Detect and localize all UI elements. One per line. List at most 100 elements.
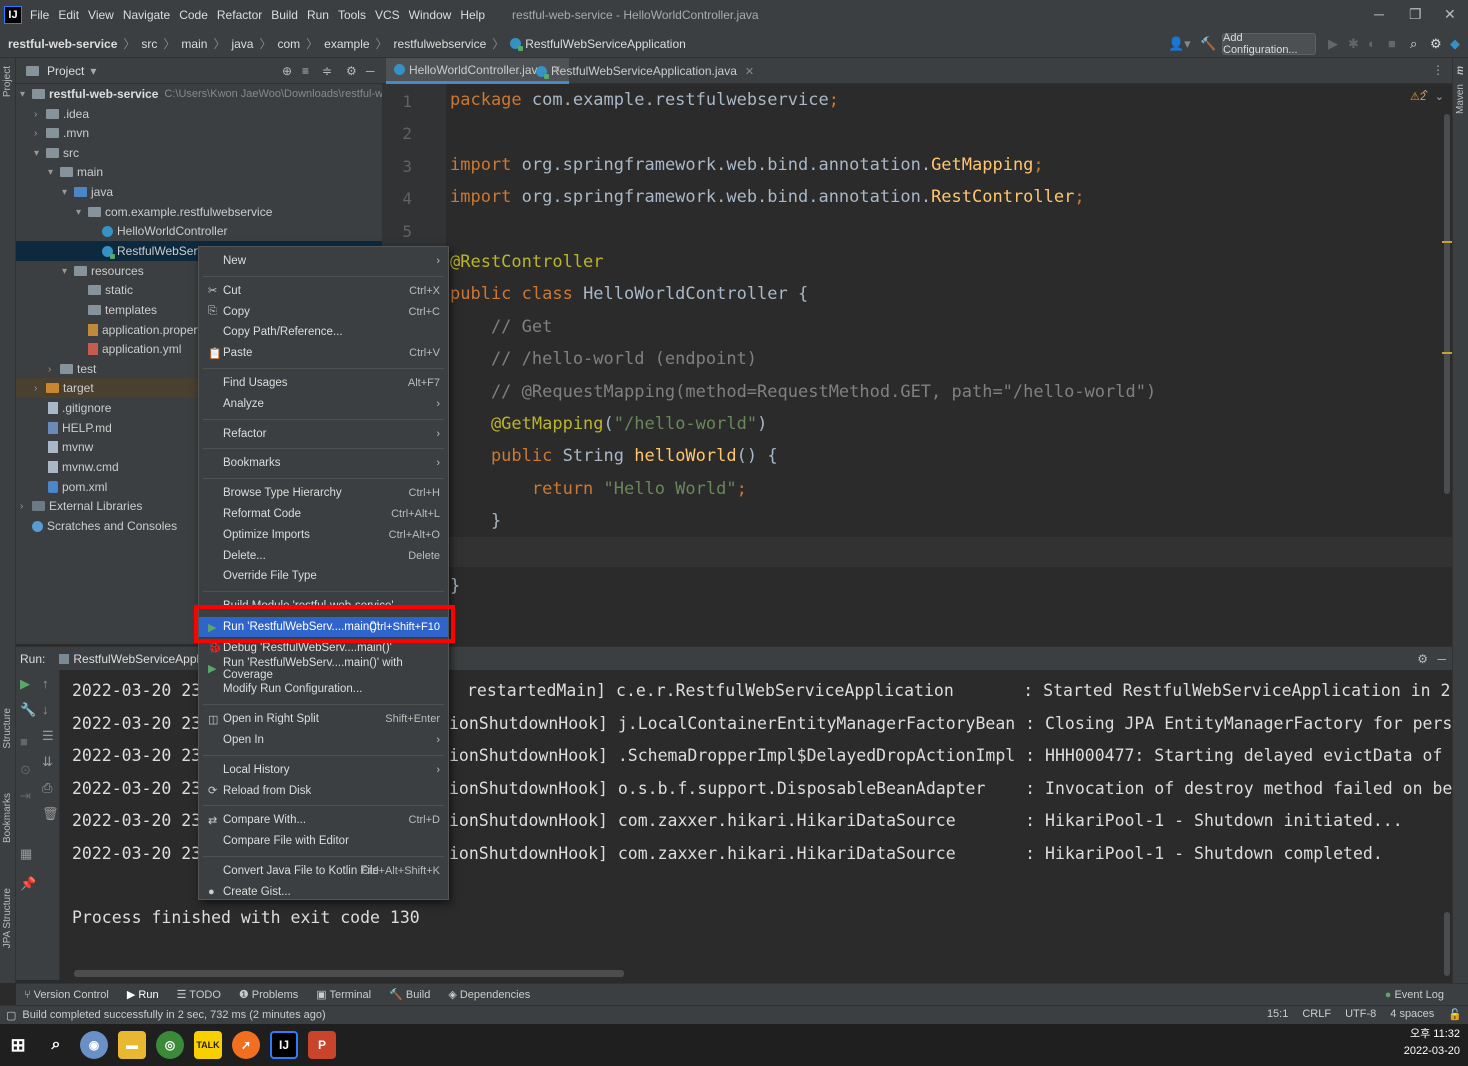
menu-item-copy-path-reference[interactable]: Copy Path/Reference... bbox=[199, 322, 448, 342]
debug-icon[interactable]: ✱ bbox=[1348, 36, 1359, 52]
run-icon[interactable]: ▶ bbox=[1328, 36, 1338, 52]
settings-icon[interactable]: ⚙ bbox=[346, 64, 357, 78]
menu-tools[interactable]: Tools bbox=[338, 8, 366, 22]
restore-icon[interactable]: ❐ bbox=[1409, 6, 1422, 23]
tab-todo[interactable]: ☰ TODO bbox=[177, 988, 221, 1001]
locate-icon[interactable]: ⊕ bbox=[282, 64, 292, 78]
menu-help[interactable]: Help bbox=[460, 8, 485, 22]
search-icon[interactable]: ⌕ bbox=[42, 1031, 70, 1059]
tree-item[interactable]: .gitignore bbox=[48, 398, 111, 418]
tab-version-control[interactable]: ⑂ Version Control bbox=[24, 989, 109, 1001]
bookmarks-tool-label[interactable]: Bookmarks bbox=[2, 793, 13, 843]
menu-item-optimize-imports[interactable]: Optimize Imports Ctrl+Alt+O bbox=[199, 525, 448, 545]
tree-item[interactable]: ▾ com.example.restfulwebservice bbox=[76, 202, 272, 222]
tree-item[interactable]: pom.xml bbox=[48, 477, 107, 497]
code-editor[interactable]: package com.example.restfulwebservice; im… bbox=[446, 84, 1452, 644]
menu-item-open-in[interactable]: Open In › bbox=[199, 730, 448, 750]
menu-item-analyze[interactable]: Analyze › bbox=[199, 394, 448, 414]
breadcrumb-item[interactable]: main bbox=[181, 37, 207, 51]
breadcrumb-item[interactable]: example bbox=[324, 37, 369, 51]
add-configuration-button[interactable]: Add Configuration... bbox=[1222, 32, 1316, 56]
more-tabs-icon[interactable]: ⋮ bbox=[1432, 63, 1444, 77]
search-icon[interactable]: ⌕ bbox=[1410, 36, 1417, 52]
tab-run[interactable]: ▶ Run bbox=[127, 988, 159, 1001]
menu-item-modify-run-configuration[interactable]: Modify Run Configuration... bbox=[199, 679, 448, 699]
gear-icon[interactable]: ⚙ bbox=[1430, 36, 1442, 52]
tree-item[interactable]: application.properties bbox=[88, 320, 216, 340]
menu-item-reload-from-disk[interactable]: ⟳ Reload from Disk bbox=[199, 781, 448, 801]
maven-icon[interactable]: m bbox=[1455, 66, 1466, 75]
chevron-down-icon[interactable]: ⌄ bbox=[1435, 90, 1444, 103]
print-icon[interactable]: ⎙ bbox=[42, 780, 52, 796]
menu-item-convert-java-file-to-kotlin-file[interactable]: Convert Java File to Kotlin File Ctrl+Alt… bbox=[199, 861, 448, 881]
breadcrumb-item[interactable]: restfulwebservice bbox=[394, 37, 487, 51]
tree-item[interactable]: Scratches and Consoles bbox=[32, 516, 177, 536]
menu-item-delete[interactable]: Delete... Delete bbox=[199, 546, 448, 566]
intellij-icon[interactable]: IJ bbox=[270, 1031, 298, 1059]
hide-icon[interactable]: ─ bbox=[1437, 652, 1446, 666]
menu-view[interactable]: View bbox=[88, 8, 114, 22]
menu-vcs[interactable]: VCS bbox=[375, 8, 400, 22]
collapse-all-icon[interactable]: ≑ bbox=[322, 64, 332, 78]
down-arrow-icon[interactable]: ↓ bbox=[42, 702, 49, 717]
file-encoding[interactable]: UTF-8 bbox=[1345, 1008, 1376, 1021]
coverage-icon[interactable]: ◐ bbox=[1368, 36, 1376, 51]
console-horizontal-scrollbar[interactable] bbox=[74, 970, 624, 977]
menu-item-find-usages[interactable]: Find Usages Alt+F7 bbox=[199, 373, 448, 393]
chevron-down-icon[interactable]: ▾ bbox=[90, 64, 96, 78]
camera-icon[interactable]: ⊙ bbox=[20, 762, 31, 778]
tree-item[interactable]: templates bbox=[88, 300, 157, 320]
tree-item[interactable]: HELP.md bbox=[48, 418, 112, 438]
file-explorer-icon[interactable]: ▬ bbox=[118, 1031, 146, 1059]
tab-terminal[interactable]: ▣ Terminal bbox=[316, 988, 371, 1001]
project-tool-label[interactable]: Project bbox=[2, 66, 13, 97]
pin-icon[interactable]: 📌 bbox=[20, 876, 36, 892]
breadcrumb-item[interactable]: src bbox=[141, 37, 157, 51]
close-tab-icon[interactable]: ✕ bbox=[745, 65, 754, 78]
tab-dependencies[interactable]: ◈ Dependencies bbox=[448, 988, 530, 1001]
editor-scrollbar[interactable] bbox=[1444, 114, 1450, 494]
tree-item[interactable]: ▾ resources bbox=[62, 261, 144, 281]
settings-icon[interactable]: ⚙ bbox=[1417, 652, 1428, 666]
menu-item-refactor[interactable]: Refactor › bbox=[199, 424, 448, 444]
minimize-icon[interactable]: ─ bbox=[1374, 6, 1384, 22]
exit-icon[interactable]: ⇥ bbox=[20, 788, 31, 804]
maven-tool-label[interactable]: Maven bbox=[1455, 84, 1466, 114]
tree-item[interactable]: › test bbox=[48, 359, 96, 379]
menu-run[interactable]: Run bbox=[307, 8, 329, 22]
breadcrumb-item[interactable]: restful-web-service bbox=[8, 37, 117, 51]
tab-restfulwebserviceapplication[interactable]: RestfulWebServiceApplication.java ✕ bbox=[528, 58, 762, 84]
menu-item-open-in-right-split[interactable]: ◫ Open in Right Split Shift+Enter bbox=[199, 709, 448, 729]
tree-item[interactable]: application.yml bbox=[88, 339, 181, 359]
event-log[interactable]: ● Event Log bbox=[1385, 989, 1444, 1001]
menu-item-copy[interactable]: ⎘ Copy Ctrl+C bbox=[199, 302, 448, 322]
menu-item-create-gist[interactable]: ● Create Gist... bbox=[199, 882, 448, 902]
menu-item-bookmarks[interactable]: Bookmarks › bbox=[199, 453, 448, 473]
layout-icon[interactable]: ▦ bbox=[20, 846, 32, 862]
menu-item-reformat-code[interactable]: Reformat Code Ctrl+Alt+L bbox=[199, 504, 448, 524]
indent-setting[interactable]: 4 spaces bbox=[1390, 1008, 1434, 1021]
tree-item[interactable]: ▾ src bbox=[34, 143, 79, 163]
powerpoint-icon[interactable]: P bbox=[308, 1031, 336, 1059]
lock-icon[interactable]: 🔓 bbox=[1448, 1008, 1462, 1021]
tree-item[interactable]: ▾ java bbox=[62, 182, 113, 202]
menu-item-compare-with[interactable]: ⇄ Compare With... Ctrl+D bbox=[199, 810, 448, 830]
postman-icon[interactable]: ➚ bbox=[232, 1031, 260, 1059]
windows-start-icon[interactable]: ⊞ bbox=[4, 1031, 32, 1059]
tree-item[interactable]: › .mvn bbox=[34, 123, 89, 143]
stop-icon[interactable]: ■ bbox=[20, 734, 28, 749]
expand-all-icon[interactable]: ≡ bbox=[302, 64, 309, 78]
stop-icon[interactable]: ■ bbox=[1388, 36, 1396, 51]
wrench-icon[interactable]: 🔧 bbox=[20, 702, 36, 718]
line-separator[interactable]: CRLF bbox=[1302, 1008, 1331, 1021]
menu-code[interactable]: Code bbox=[179, 8, 208, 22]
close-icon[interactable]: ✕ bbox=[1444, 6, 1456, 23]
tree-item[interactable]: › External Libraries bbox=[20, 496, 142, 516]
chevron-up-icon[interactable]: ⌃ bbox=[1421, 88, 1430, 101]
system-clock[interactable]: 오후 11:32 2022-03-20 bbox=[1404, 1026, 1460, 1060]
menu-item-browse-type-hierarchy[interactable]: Browse Type Hierarchy Ctrl+H bbox=[199, 483, 448, 503]
hide-icon[interactable]: ─ bbox=[366, 64, 375, 78]
tab-build[interactable]: 🔨 Build bbox=[389, 988, 430, 1001]
chrome-icon[interactable]: ◎ bbox=[156, 1031, 184, 1059]
menu-edit[interactable]: Edit bbox=[58, 8, 79, 22]
